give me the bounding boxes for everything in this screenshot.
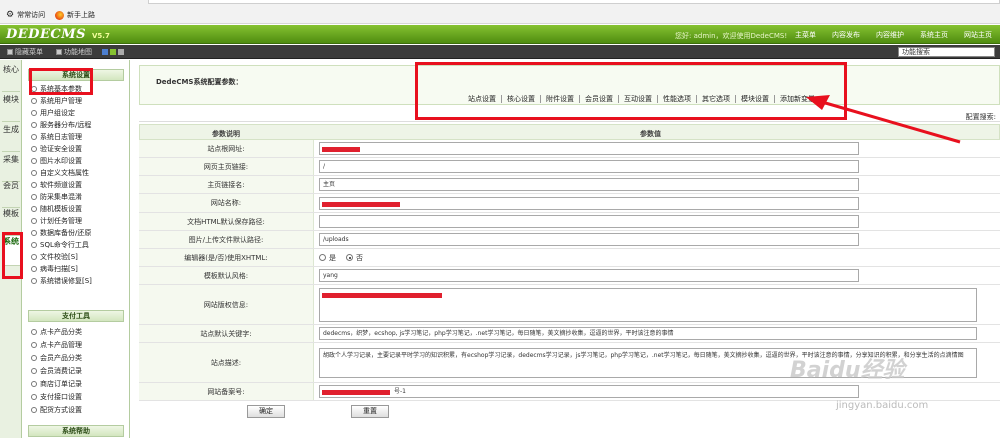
baidu-url-watermark: jingyan.baidu.com	[836, 400, 929, 411]
baidu-watermark: Baidu经验	[790, 358, 905, 383]
